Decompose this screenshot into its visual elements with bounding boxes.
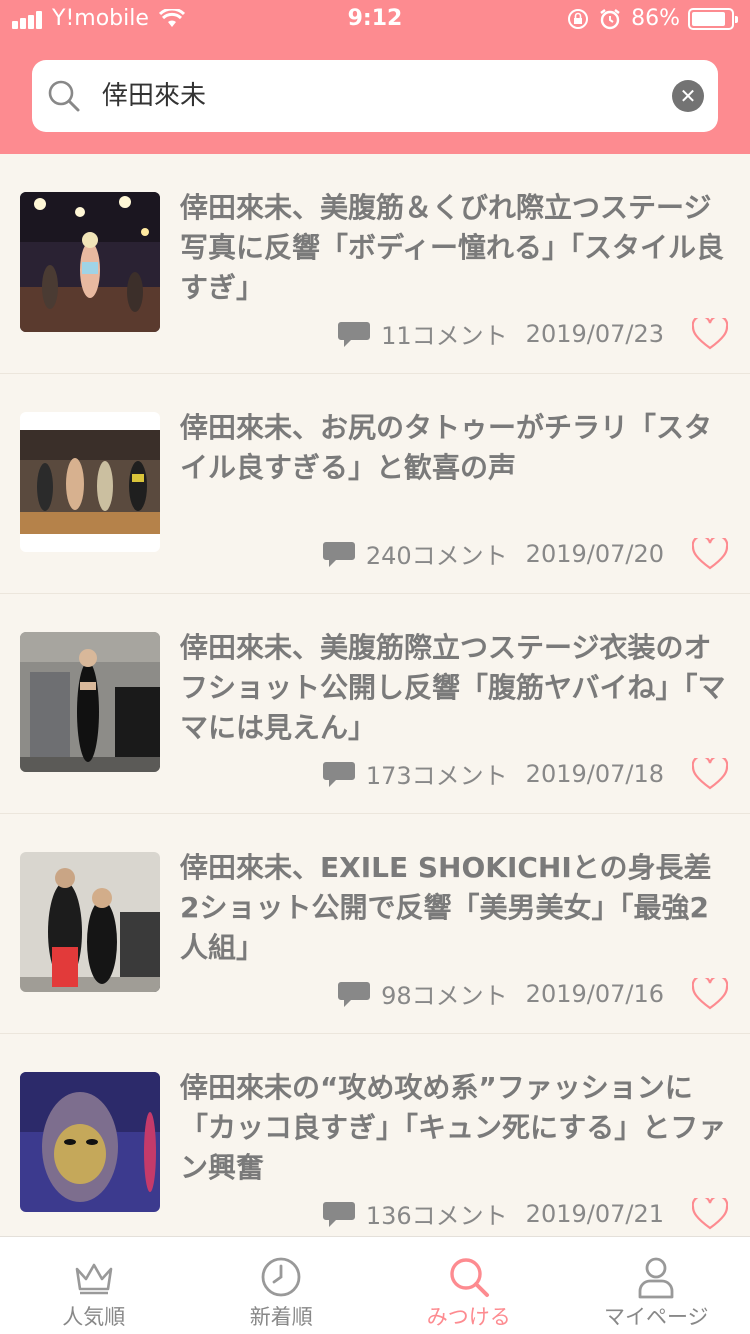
- heart-icon[interactable]: [692, 978, 728, 1010]
- article-meta: 136コメント 2019/07/21: [322, 1196, 664, 1231]
- rotation-lock-icon: [568, 8, 589, 29]
- person-icon: [638, 1257, 674, 1299]
- article-meta: 240コメント 2019/07/20: [322, 536, 664, 571]
- tab-newest[interactable]: 新着順: [188, 1237, 376, 1334]
- tab-discover[interactable]: みつける: [375, 1237, 563, 1334]
- article-meta: 11コメント 2019/07/23: [337, 316, 664, 351]
- heart-icon[interactable]: [692, 1198, 728, 1230]
- article-thumbnail[interactable]: [20, 1072, 160, 1212]
- crown-icon: [75, 1263, 113, 1295]
- article-date: 2019/07/23: [525, 319, 664, 348]
- comment-icon: [322, 1201, 355, 1227]
- article-date: 2019/07/20: [525, 539, 664, 568]
- comment-count: 240コメント: [365, 542, 508, 570]
- clock-icon: [261, 1257, 301, 1297]
- comment-icon: [338, 981, 371, 1007]
- article-date: 2019/07/16: [525, 979, 664, 1008]
- article-meta: 173コメント 2019/07/18: [322, 756, 664, 791]
- clear-search-button[interactable]: ✕: [672, 80, 704, 112]
- comment-icon: [322, 541, 355, 567]
- article-title[interactable]: 倖田來未、美腹筋＆くびれ際立つステージ写真に反響「ボディー憧れる」「スタイル良す…: [180, 188, 730, 308]
- list-item[interactable]: 倖田來未、美腹筋＆くびれ際立つステージ写真に反響「ボディー憧れる」「スタイル良す…: [0, 154, 750, 374]
- comment-count: 173コメント: [365, 762, 508, 790]
- status-bar: Y!mobile 9:12 86%: [0, 0, 750, 40]
- battery-icon: [688, 7, 738, 30]
- article-meta: 98コメント 2019/07/16: [337, 976, 664, 1011]
- article-thumbnail[interactable]: [20, 412, 160, 552]
- comment-count: 136コメント: [365, 1202, 508, 1230]
- comment-count: 98コメント: [381, 982, 508, 1010]
- comment-count: 11コメント: [381, 322, 508, 350]
- tab-label: 人気順: [62, 1305, 126, 1329]
- header: Y!mobile 9:12 86% 倖田來未 ✕: [0, 0, 750, 154]
- article-title[interactable]: 倖田來未の“攻め攻め系”ファッションに「カッコ良すぎ」「キュン死にする」とファン…: [180, 1068, 730, 1188]
- article-title[interactable]: 倖田來未、美腹筋際立つステージ衣装のオフショット公開し反響「腹筋ヤバイね」「ママ…: [180, 628, 730, 748]
- comment-icon: [338, 321, 371, 347]
- search-icon: [48, 80, 80, 112]
- article-date: 2019/07/18: [525, 759, 664, 788]
- tab-label: 新着順: [249, 1305, 313, 1329]
- search-box[interactable]: ✕: [32, 60, 718, 132]
- article-list: 倖田來未、美腹筋＆くびれ際立つステージ写真に反響「ボディー憧れる」「スタイル良す…: [0, 154, 750, 1254]
- close-icon: ✕: [679, 84, 697, 108]
- alarm-icon: [600, 8, 620, 29]
- article-thumbnail[interactable]: [20, 632, 160, 772]
- comment-icon: [322, 761, 355, 787]
- battery-fill: [692, 11, 725, 26]
- article-title[interactable]: 倖田來未、EXILE SHOKICHIとの身長差2ショット公開で反響「美男美女」…: [180, 848, 730, 968]
- heart-icon[interactable]: [692, 318, 728, 350]
- tab-label: みつける: [426, 1305, 511, 1329]
- tab-bar: 人気順 新着順 みつける マイページ: [0, 1236, 750, 1334]
- tab-label: マイページ: [603, 1305, 709, 1329]
- list-item[interactable]: 倖田來未、お尻のタトゥーがチラリ「スタイル良すぎる」と歓喜の声 240コメント …: [0, 374, 750, 594]
- list-item[interactable]: 倖田來未、美腹筋際立つステージ衣装のオフショット公開し反響「腹筋ヤバイね」「ママ…: [0, 594, 750, 814]
- article-thumbnail[interactable]: [20, 852, 160, 992]
- status-right: 86%: [567, 6, 738, 31]
- heart-icon[interactable]: [692, 538, 728, 570]
- article-date: 2019/07/21: [525, 1199, 664, 1228]
- search-input[interactable]: [102, 60, 662, 132]
- search-icon: [450, 1258, 489, 1297]
- list-item[interactable]: 倖田來未の“攻め攻め系”ファッションに「カッコ良すぎ」「キュン死にする」とファン…: [0, 1034, 750, 1254]
- article-title[interactable]: 倖田來未、お尻のタトゥーがチラリ「スタイル良すぎる」と歓喜の声: [180, 408, 730, 488]
- article-thumbnail[interactable]: [20, 192, 160, 332]
- tab-mypage[interactable]: マイページ: [563, 1237, 750, 1334]
- heart-icon[interactable]: [692, 758, 728, 790]
- tab-ranking[interactable]: 人気順: [0, 1237, 188, 1334]
- battery-percent: 86%: [631, 6, 680, 31]
- list-item[interactable]: 倖田來未、EXILE SHOKICHIとの身長差2ショット公開で反響「美男美女」…: [0, 814, 750, 1034]
